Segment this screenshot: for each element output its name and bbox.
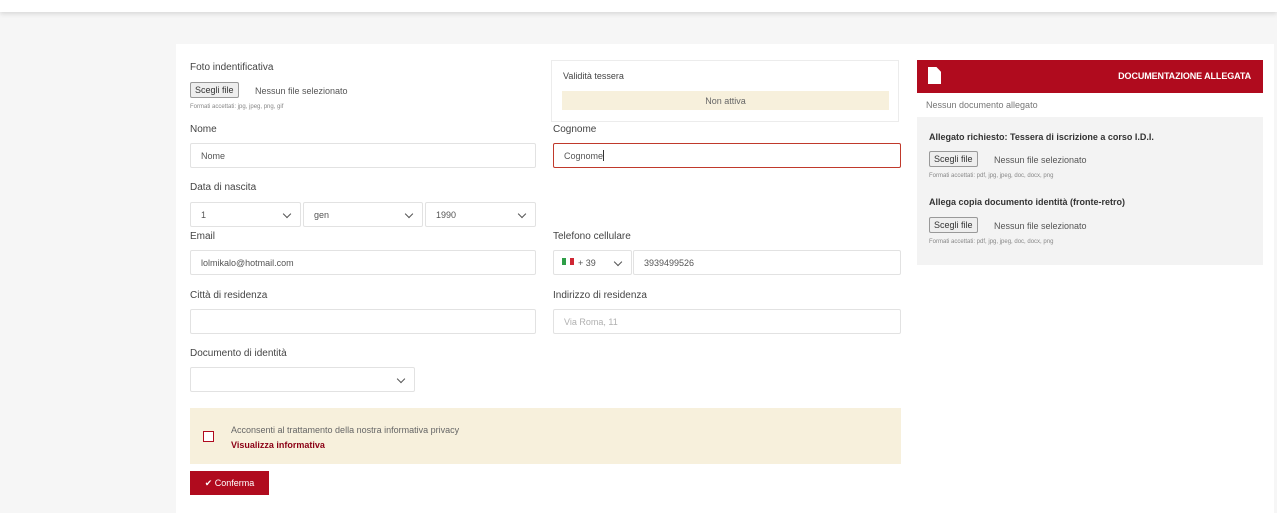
documento-label: Documento di identità bbox=[190, 348, 287, 359]
document-icon bbox=[928, 67, 941, 84]
required-attachment-label: Allegato richiesto: Tessera di iscrizion… bbox=[929, 132, 1154, 142]
foto-label: Foto indentificativa bbox=[190, 62, 274, 73]
identity-attachment-label: Allega copia documento identità (fronte-… bbox=[929, 197, 1126, 207]
docs-header: DOCUMENTAZIONE ALLEGATA bbox=[917, 60, 1263, 93]
cognome-label: Cognome bbox=[553, 124, 597, 135]
phone-prefix-value: + 39 bbox=[578, 257, 596, 268]
required-choose-file-button[interactable]: Scegli file bbox=[929, 151, 978, 167]
privacy-link[interactable]: Visualizza informativa bbox=[231, 440, 325, 450]
docs-title: DOCUMENTAZIONE ALLEGATA bbox=[1118, 71, 1251, 81]
chevron-down-icon bbox=[282, 209, 292, 218]
chevron-down-icon bbox=[613, 257, 623, 266]
birth-year-value: 1990 bbox=[436, 209, 457, 220]
email-value: lolmikalo@hotmail.com bbox=[201, 257, 294, 268]
birth-month-value: gen bbox=[314, 209, 330, 220]
citta-label: Città di residenza bbox=[190, 290, 268, 301]
privacy-checkbox[interactable] bbox=[203, 431, 214, 442]
cognome-input[interactable]: Cognome bbox=[553, 143, 901, 168]
confirm-button[interactable]: ✔ Conferma bbox=[190, 471, 269, 495]
chevron-down-icon bbox=[404, 209, 414, 218]
nome-label: Nome bbox=[190, 124, 217, 135]
required-format-hint: Formati accettati: pdf, jpg, jpeg, doc, … bbox=[929, 173, 1054, 179]
citta-input[interactable] bbox=[190, 309, 536, 334]
nascita-label: Data di nascita bbox=[190, 182, 257, 193]
identity-format-hint: Formati accettati: pdf, jpg, jpeg, doc, … bbox=[929, 239, 1054, 245]
foto-format-hint: Formati accettati: jpg, jpeg, png, gif bbox=[190, 104, 284, 110]
identity-file-status: Nessun file selezionato bbox=[994, 221, 1087, 231]
cognome-value: Cognome bbox=[564, 150, 604, 161]
validity-status: Non attiva bbox=[562, 91, 889, 110]
telefono-label: Telefono cellulare bbox=[553, 231, 631, 242]
italy-flag-icon bbox=[562, 258, 574, 265]
document-type-select[interactable] bbox=[190, 367, 415, 392]
email-label: Email bbox=[190, 231, 216, 242]
validity-label: Validità tessera bbox=[563, 71, 624, 81]
birth-year-select[interactable]: 1990 bbox=[425, 202, 536, 227]
text-cursor bbox=[603, 150, 605, 161]
email-input[interactable]: lolmikalo@hotmail.com bbox=[190, 250, 536, 275]
birth-day-select[interactable]: 1 bbox=[190, 202, 301, 227]
no-documents-text: Nessun documento allegato bbox=[917, 93, 1263, 117]
chevron-down-icon bbox=[396, 374, 406, 383]
birth-day-value: 1 bbox=[201, 209, 207, 220]
indirizzo-placeholder: Via Roma, 11 bbox=[564, 316, 618, 327]
required-file-status: Nessun file selezionato bbox=[994, 155, 1087, 165]
identity-choose-file-button[interactable]: Scegli file bbox=[929, 217, 978, 233]
privacy-box bbox=[190, 408, 901, 464]
privacy-text: Acconsenti al trattamento della nostra i… bbox=[231, 425, 460, 435]
birth-month-select[interactable]: gen bbox=[303, 202, 423, 227]
phone-input[interactable]: 3939499526 bbox=[633, 250, 901, 275]
foto-choose-file-button[interactable]: Scegli file bbox=[190, 82, 239, 98]
chevron-down-icon bbox=[517, 209, 527, 218]
phone-value: 3939499526 bbox=[644, 257, 695, 268]
nome-value: Nome bbox=[201, 150, 226, 161]
indirizzo-label: Indirizzo di residenza bbox=[553, 290, 647, 301]
indirizzo-input[interactable]: Via Roma, 11 bbox=[553, 309, 901, 334]
top-bar bbox=[0, 0, 1277, 12]
nome-input[interactable]: Nome bbox=[190, 143, 536, 168]
foto-file-status: Nessun file selezionato bbox=[255, 86, 348, 96]
